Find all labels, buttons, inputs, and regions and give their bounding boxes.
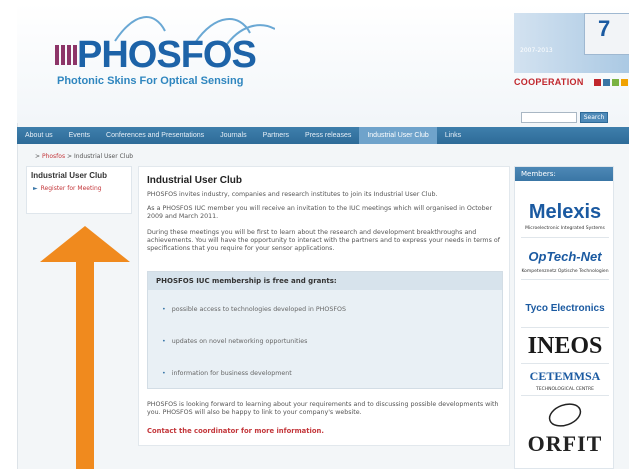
benefit-text: possible access to technologies develope… bbox=[171, 306, 346, 313]
search-input[interactable] bbox=[521, 112, 577, 123]
ineos-logo[interactable]: INEOS bbox=[519, 333, 611, 360]
bullet-icon: • bbox=[162, 338, 166, 345]
nav-item-conferences[interactable]: Conferences and Presentations bbox=[98, 127, 212, 144]
benefit-item: • information for business development bbox=[162, 370, 292, 377]
logo-bars-icon bbox=[55, 45, 77, 65]
fp7-square bbox=[612, 79, 619, 86]
benefits-box: PHOSFOS IUC membership is free and grant… bbox=[147, 271, 503, 389]
fp7-label: COOPERATION bbox=[514, 77, 584, 87]
orfit-swirl-icon bbox=[548, 403, 582, 427]
divider bbox=[521, 395, 609, 396]
orfit-logo[interactable]: ORFIT bbox=[519, 431, 611, 457]
optech-net-subtitle: Kompetenznetz Optische Technologien bbox=[521, 269, 609, 274]
fp7-square bbox=[594, 79, 601, 86]
main-content: Industrial User Club PHOSFOS invites ind… bbox=[138, 166, 510, 446]
fp7-square bbox=[603, 79, 610, 86]
logo-text: PHOSFOS bbox=[77, 34, 257, 76]
fp7-cooperation-logo[interactable]: 2007-2013 7 COOPERATION bbox=[514, 13, 629, 93]
members-heading: Members: bbox=[515, 167, 613, 181]
divider bbox=[521, 237, 609, 238]
tyco-electronics-logo[interactable]: Tyco Electronics bbox=[519, 303, 611, 314]
breadcrumb: > Phosfos > Industrial User Club bbox=[35, 153, 133, 160]
cetemmsa-logo[interactable]: CETEMMSA bbox=[519, 369, 611, 384]
melexis-subtitle: Microelectronic Integrated Systems bbox=[525, 226, 605, 231]
cetemmsa-subtitle: TECHNOLOGICAL CENTRE bbox=[536, 387, 594, 392]
nav-item-journals[interactable]: Journals bbox=[212, 127, 254, 144]
benefit-item: • possible access to technologies develop… bbox=[162, 306, 346, 313]
benefit-text: information for business development bbox=[171, 370, 292, 377]
benefit-item: • updates on novel networking opportuniti… bbox=[162, 338, 307, 345]
membership-paragraph: As a PHOSFOS IUC member you will receive… bbox=[147, 205, 493, 220]
benefit-text: updates on novel networking opportunitie… bbox=[171, 338, 308, 345]
nav-item-industrial-user-club[interactable]: Industrial User Club bbox=[359, 127, 437, 144]
nav-item-links[interactable]: Links bbox=[437, 127, 469, 144]
divider bbox=[521, 327, 609, 328]
meetings-paragraph: During these meetings you will be first … bbox=[147, 229, 500, 252]
bullet-icon: • bbox=[162, 306, 166, 313]
fp7-number: 7 bbox=[598, 16, 611, 41]
nav-item-events[interactable]: Events bbox=[61, 127, 98, 144]
melexis-logo[interactable]: Melexis bbox=[519, 201, 611, 224]
optech-net-logo[interactable]: OpTech-Net bbox=[519, 249, 611, 264]
page-title: Industrial User Club bbox=[147, 175, 243, 186]
nav-item-press-releases[interactable]: Press releases bbox=[297, 127, 359, 144]
bullet-icon: • bbox=[162, 370, 166, 377]
fp7-square bbox=[621, 79, 628, 86]
bullet-icon: ► bbox=[33, 185, 38, 192]
main-nav: About us Events Conferences and Presenta… bbox=[17, 127, 629, 144]
nav-item-about-us[interactable]: About us bbox=[17, 127, 61, 144]
site-tagline: Photonic Skins For Optical Sensing bbox=[57, 75, 244, 87]
breadcrumb-current: Industrial User Club bbox=[73, 153, 134, 160]
breadcrumb-prefix: > bbox=[35, 153, 41, 160]
sidebar-link-label: Register for Meeting bbox=[40, 185, 102, 192]
members-panel: Members: Melexis Microelectronic Integra… bbox=[514, 166, 614, 469]
nav-item-partners[interactable]: Partners bbox=[255, 127, 297, 144]
fp7-years: 2007-2013 bbox=[520, 47, 553, 54]
register-for-meeting-link[interactable]: ► Register for Meeting bbox=[33, 185, 102, 192]
search-button[interactable]: Search bbox=[580, 112, 608, 123]
up-arrow-icon bbox=[40, 226, 130, 469]
breadcrumb-separator: > bbox=[67, 153, 73, 160]
left-sidebar: Industrial User Club ► Register for Meeti… bbox=[26, 166, 132, 214]
sidebar-title: Industrial User Club bbox=[31, 171, 108, 180]
intro-paragraph: PHOSFOS invites industry, companies and … bbox=[147, 191, 438, 198]
divider bbox=[521, 363, 609, 364]
closing-paragraph: PHOSFOS is looking forward to learning a… bbox=[147, 401, 499, 416]
contact-coordinator-link[interactable]: Contact the coordinator for more informa… bbox=[147, 427, 324, 435]
benefits-title: PHOSFOS IUC membership is free and grant… bbox=[148, 272, 502, 290]
fp7-flag-icon: 7 bbox=[584, 13, 629, 55]
fp7-squares bbox=[594, 79, 629, 86]
breadcrumb-home-link[interactable]: Phosfos bbox=[42, 153, 65, 160]
divider bbox=[521, 279, 609, 280]
members-heading-text: Members: bbox=[521, 170, 556, 178]
site-header: PHOSFOS Photonic Skins For Optical Sensi… bbox=[17, 3, 629, 123]
